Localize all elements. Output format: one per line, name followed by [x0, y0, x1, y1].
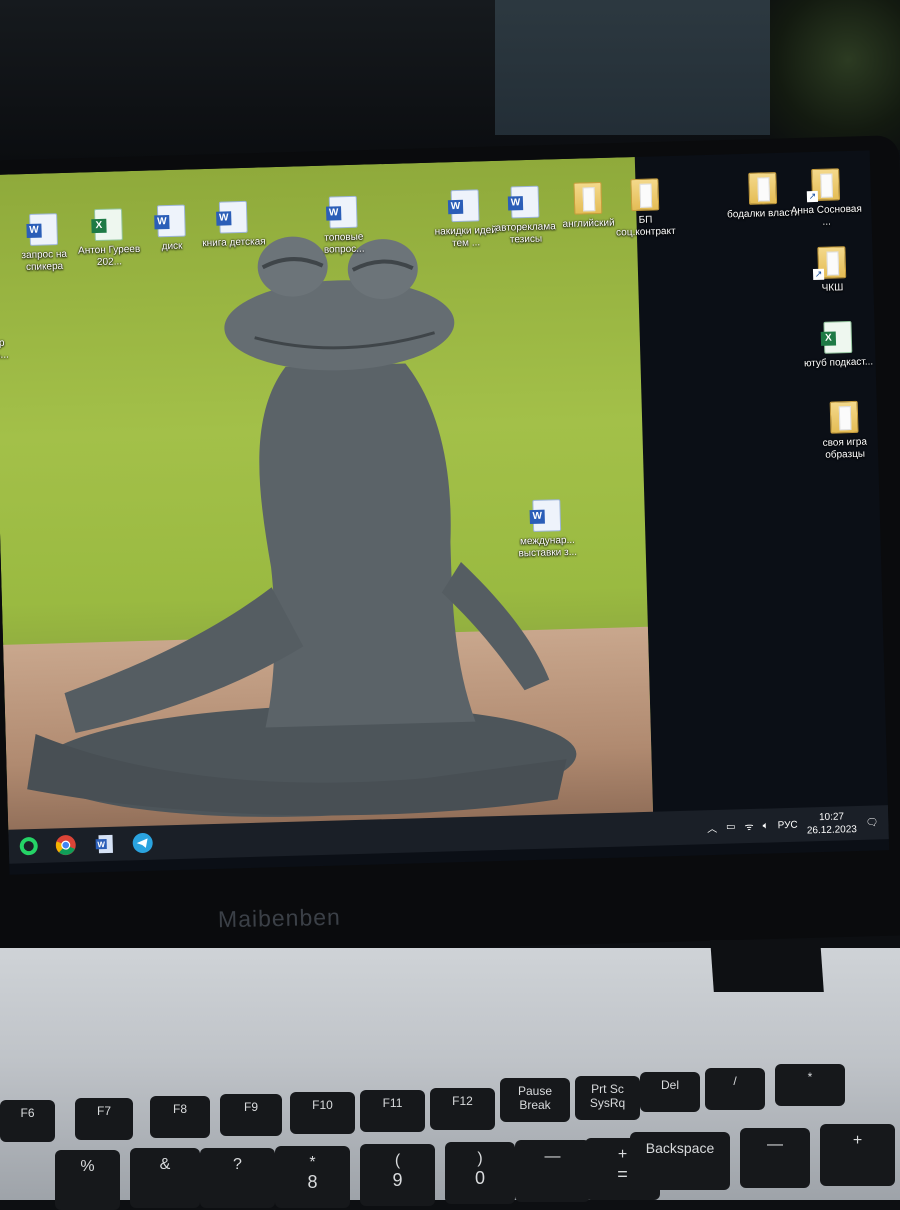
desktop-icon[interactable]: топовые вопрос...	[306, 195, 382, 257]
folder-icon	[630, 178, 660, 212]
keyboard-key: F10	[290, 1092, 355, 1134]
desktop-icon-label: запрос на спикера	[21, 248, 68, 274]
clock[interactable]: 10:27 26.12.2023	[806, 810, 857, 837]
desktop-icon-label: Анна Сосновая ...	[790, 203, 862, 228]
laptop-brand-logo: Maibenben	[217, 903, 342, 933]
desktop-icon-label: своя игра образцы	[822, 436, 868, 461]
desktop-icon[interactable]: Анна Сосновая ...	[788, 168, 864, 230]
desktop-icon[interactable]: ютуб подкаст...	[800, 320, 875, 370]
keyboard-key: /	[705, 1068, 765, 1110]
folder-icon	[829, 400, 859, 434]
desktop-icon-label: междунар... выставки з...	[518, 534, 578, 560]
clock-time: 10:27	[818, 811, 845, 824]
desktop-icon[interactable]: ЧКШ	[794, 246, 869, 296]
desktop-icon-partial[interactable]: р ь...	[0, 319, 40, 381]
word-icon[interactable]: W	[92, 832, 117, 857]
desktop-icon[interactable]: БП соц.контракт	[607, 178, 683, 240]
desktop-icon-label: БП соц.контракт	[615, 214, 676, 239]
keyboard-key: %	[55, 1150, 120, 1210]
keyboard-key: Pause Break	[500, 1078, 570, 1122]
keyboard-key: F6	[0, 1100, 55, 1142]
telegram-icon[interactable]	[130, 831, 155, 856]
keyboard-key: +	[820, 1124, 895, 1186]
excel-icon	[823, 321, 853, 354]
keyboard-key: Prt Sc SysRq	[575, 1076, 640, 1120]
folder-icon	[573, 181, 603, 215]
keyboard-key: Del	[640, 1072, 700, 1112]
system-tray: ︿ ▭ ᯤ 🔈︎ РУС 10:27 26.12.2023 🗨︎	[707, 805, 879, 844]
christmas-tree	[770, 0, 900, 150]
folder-shortcut-icon	[811, 168, 841, 202]
chrome-icon[interactable]	[53, 833, 78, 858]
desktop-icon[interactable]: своя игра образцы	[807, 400, 883, 462]
keyboard-key: F12	[430, 1088, 495, 1130]
battery-icon[interactable]: ▭	[726, 821, 736, 832]
word-icon	[218, 200, 248, 234]
language-indicator[interactable]: РУС	[778, 819, 798, 831]
word-icon	[29, 213, 58, 246]
desktop-icon-label: книга детская	[202, 236, 266, 250]
keyboard-key: —	[515, 1140, 590, 1202]
keyboard-key: F9	[220, 1094, 282, 1136]
laptop-screen: запрос на спикера Антон Гуреев 202... ди…	[0, 150, 890, 875]
keyboard-key: F8	[150, 1096, 210, 1138]
keyboard-key: *	[775, 1064, 845, 1106]
volume-icon[interactable]: 🔈︎	[763, 820, 769, 831]
keyboard-key: (9	[360, 1144, 435, 1206]
word-icon	[156, 204, 186, 238]
whatsapp-icon[interactable]	[16, 834, 41, 859]
folder-shortcut-icon	[817, 246, 847, 279]
word-icon	[532, 499, 562, 532]
keyboard-key: ?	[200, 1148, 275, 1208]
svg-text:W: W	[97, 840, 105, 849]
chevron-up-icon[interactable]: ︿	[707, 819, 717, 834]
clock-date: 26.12.2023	[806, 824, 858, 837]
excel-icon	[93, 208, 123, 242]
desktop-icon-label: р ь...	[0, 337, 9, 361]
desktop-icon-label: ЧКШ	[821, 282, 844, 294]
word-icon	[510, 185, 540, 219]
laptop-hinge	[710, 940, 824, 992]
keyboard-key: —	[740, 1128, 810, 1188]
folder-icon	[748, 172, 778, 205]
notification-icon[interactable]: 🗨︎	[866, 817, 879, 828]
keyboard-key: Backspace	[630, 1132, 730, 1190]
desktop-icon-label: топовые вопрос...	[323, 231, 365, 256]
keyboard-key: ) 0	[445, 1142, 515, 1204]
keyboard-key: &	[130, 1148, 200, 1208]
desktop-icon[interactable]: междунар... выставки з...	[509, 499, 585, 561]
wifi-icon[interactable]: ᯤ	[744, 819, 753, 833]
desktop-icon-label: ютуб подкаст...	[803, 356, 874, 370]
keyboard-key: F7	[75, 1098, 133, 1140]
keyboard-key: F11	[360, 1090, 425, 1132]
word-icon	[328, 195, 358, 229]
word-icon	[450, 189, 480, 223]
keyboard-key: * 8	[275, 1146, 350, 1208]
desktop-icon[interactable]: книга детская	[196, 200, 271, 250]
window-light	[495, 0, 775, 135]
